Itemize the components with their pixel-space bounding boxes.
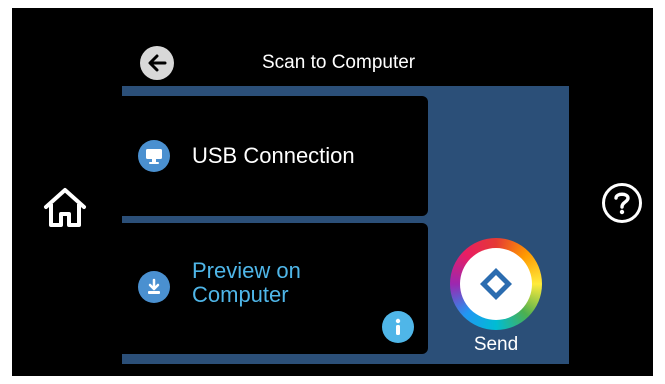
preview-on-computer-option[interactable]: Preview on Computer — [122, 223, 428, 354]
send-label: Send — [473, 334, 519, 355]
send-button[interactable] — [450, 238, 542, 330]
scan-destination-list: USB Connection Preview on Computer — [122, 96, 428, 354]
usb-connection-option[interactable]: USB Connection — [122, 96, 428, 216]
home-button[interactable] — [38, 183, 92, 231]
usb-connection-label: USB Connection — [192, 143, 355, 168]
help-icon — [614, 192, 630, 215]
info-icon — [395, 318, 401, 335]
info-button[interactable] — [382, 311, 414, 343]
printer-screen: Scan to Computer USB Connection Preview … — [12, 8, 653, 376]
start-diamond-icon — [480, 268, 512, 300]
download-icon — [138, 271, 170, 303]
help-button[interactable] — [602, 183, 642, 223]
back-arrow-icon — [148, 54, 167, 72]
monitor-icon — [138, 140, 170, 172]
back-button[interactable] — [140, 46, 174, 80]
home-icon — [44, 188, 86, 227]
page-title: Scan to Computer — [262, 52, 416, 73]
preview-on-computer-label: Preview on Computer — [192, 258, 301, 307]
